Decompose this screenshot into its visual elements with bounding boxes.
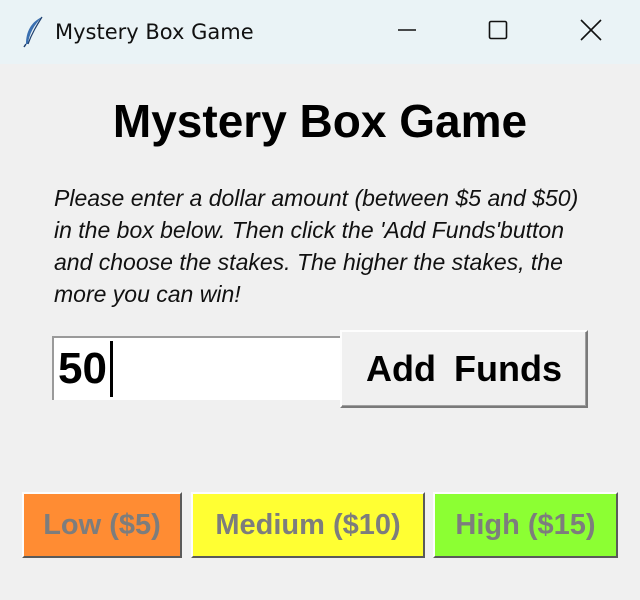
amount-input[interactable]	[52, 336, 340, 400]
close-button[interactable]	[545, 0, 637, 64]
text-cursor	[110, 341, 113, 397]
minimize-icon	[397, 20, 417, 45]
add-funds-button[interactable]: Add Funds	[340, 330, 588, 408]
title-bar[interactable]: Mystery Box Game	[0, 0, 640, 64]
window-title: Mystery Box Game	[55, 20, 254, 44]
close-icon	[580, 18, 602, 46]
feather-icon	[22, 16, 46, 48]
page-title: Mystery Box Game	[112, 95, 528, 147]
instructions-text: Please enter a dollar amount (between $5…	[54, 185, 579, 307]
maximize-icon	[488, 20, 508, 45]
stake-low-button[interactable]: Low ($5)	[22, 492, 182, 558]
main-content: Mystery Box Game Please enter a dollar a…	[0, 64, 640, 600]
maximize-button[interactable]	[452, 0, 544, 64]
app-window: Mystery Box Game Mystery Box Game Please…	[0, 0, 640, 600]
stake-high-button[interactable]: High ($15)	[433, 492, 618, 558]
stake-medium-button[interactable]: Medium ($10)	[191, 492, 425, 558]
minimize-button[interactable]	[361, 0, 453, 64]
